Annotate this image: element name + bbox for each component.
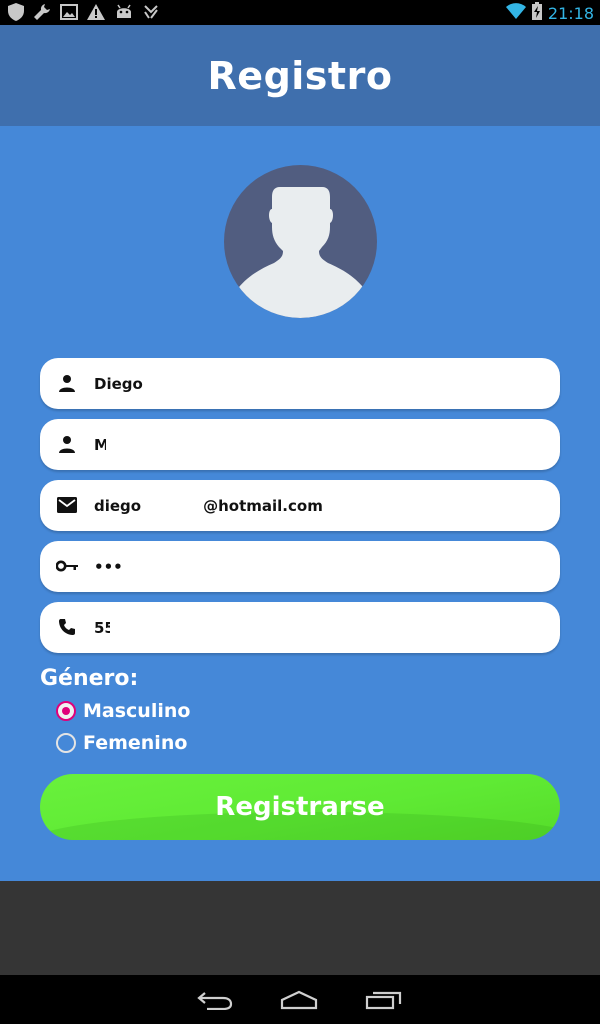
phone-field[interactable] (40, 602, 560, 653)
avatar[interactable] (224, 165, 377, 318)
android-icon (114, 4, 134, 20)
email-input[interactable]: diego @hotmail.com (94, 480, 534, 531)
navigation-bar (0, 975, 600, 1024)
registration-form: diego @hotmail.com ••• Género: Masculino… (0, 126, 600, 881)
status-bar: 21:18 (0, 0, 600, 25)
system-icons: 21:18 (505, 2, 594, 24)
password-field[interactable]: ••• (40, 541, 560, 592)
first-name-input[interactable] (94, 358, 534, 409)
password-input[interactable]: ••• (94, 541, 534, 592)
recents-button[interactable] (364, 985, 404, 1015)
wifi-icon (505, 3, 526, 23)
home-icon (280, 990, 318, 1010)
home-button[interactable] (279, 985, 319, 1015)
gender-label: Género: (40, 666, 139, 691)
redacted-region (106, 427, 406, 461)
back-icon (197, 992, 233, 1010)
radio-button-checked[interactable] (56, 701, 76, 721)
redacted-region (110, 610, 410, 644)
back-button[interactable] (195, 985, 235, 1015)
radio-label-masculino: Masculino (83, 700, 191, 722)
radio-button-unchecked[interactable] (56, 733, 76, 753)
register-button[interactable]: Registrarse (40, 774, 560, 840)
battery-charging-icon (531, 2, 542, 24)
page-title: Registro (207, 53, 393, 98)
radio-option-masculino[interactable]: Masculino (56, 700, 190, 722)
sign-icon (143, 4, 159, 20)
warning-icon (87, 4, 105, 20)
notification-icons (8, 3, 159, 21)
recents-icon (365, 991, 402, 1010)
register-button-label: Registrarse (215, 792, 385, 822)
person-icon (56, 372, 78, 394)
first-name-field[interactable] (40, 358, 560, 409)
app-header: Registro (0, 25, 600, 126)
user-silhouette-icon (236, 187, 366, 318)
email-field[interactable]: diego @hotmail.com (40, 480, 560, 531)
radio-label-femenino: Femenino (83, 732, 188, 754)
key-icon (56, 555, 78, 577)
radio-option-femenino[interactable]: Femenino (56, 732, 187, 754)
email-domain: @hotmail.com (203, 496, 323, 515)
image-icon (60, 4, 78, 20)
person-icon (56, 433, 78, 455)
wrench-icon (33, 3, 51, 21)
phone-icon (56, 616, 78, 638)
clock: 21:18 (547, 3, 594, 23)
last-name-field[interactable] (40, 419, 560, 470)
email-local-part: diego (94, 496, 142, 515)
mail-icon (56, 494, 78, 516)
shield-icon (8, 3, 24, 21)
